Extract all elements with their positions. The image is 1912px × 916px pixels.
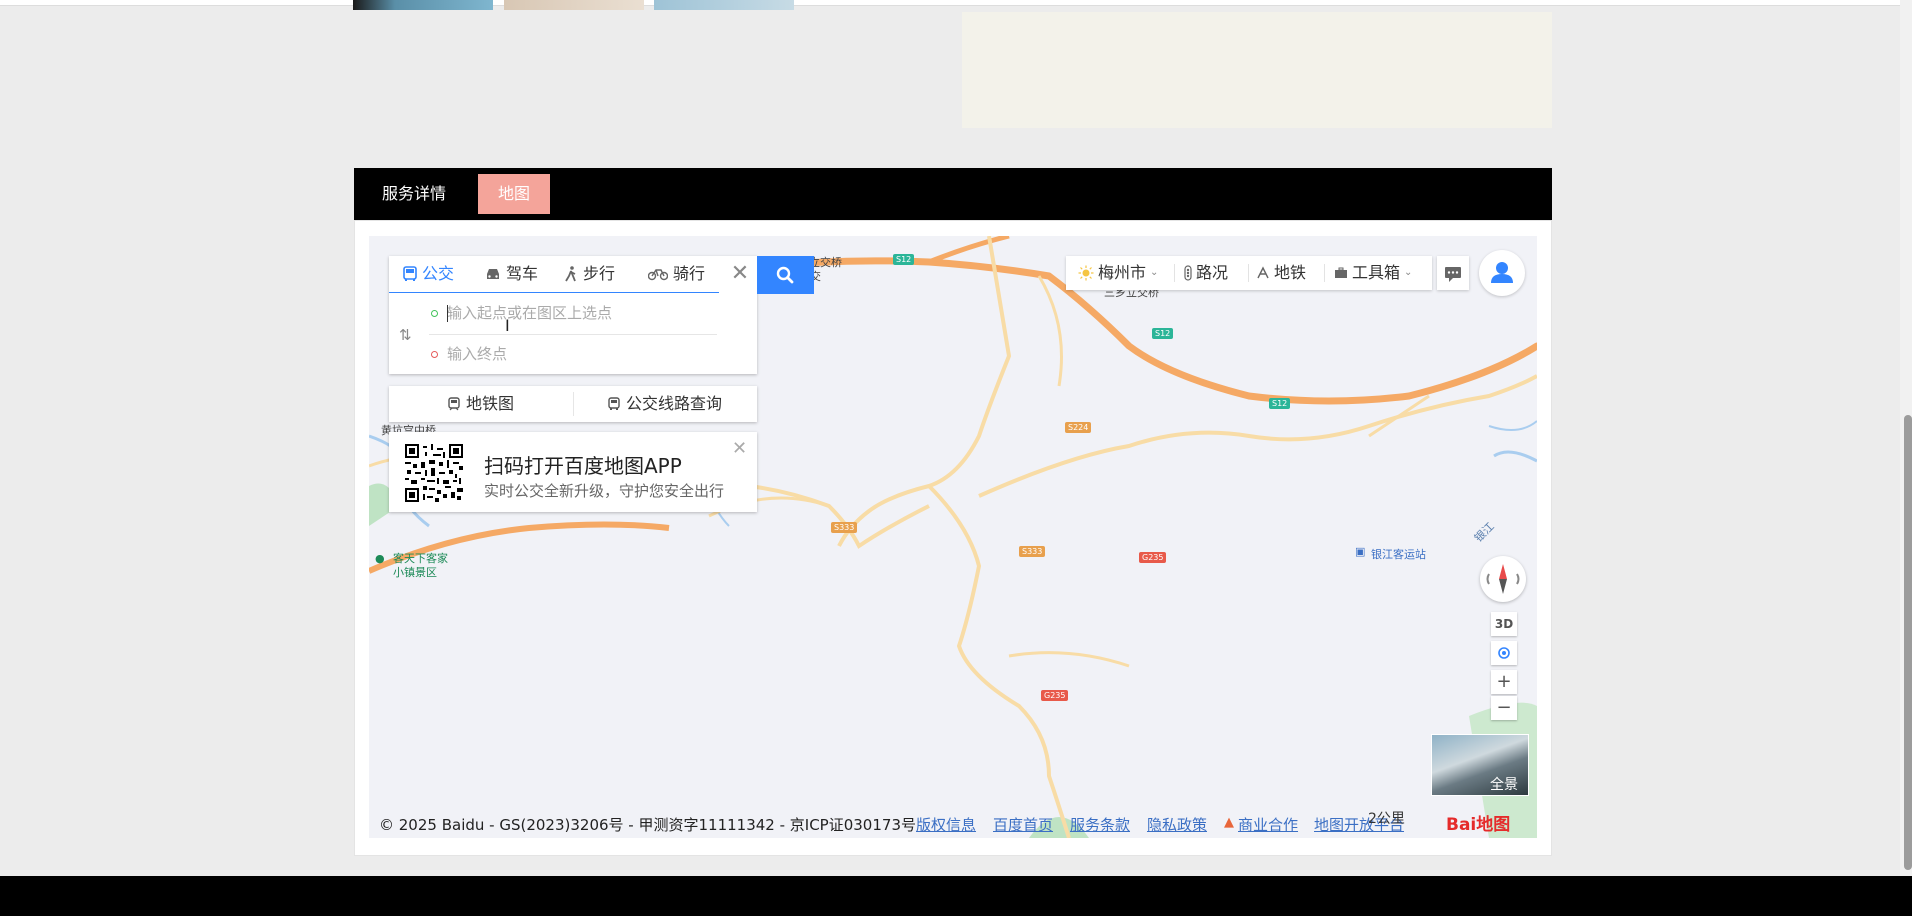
divider [1324, 264, 1325, 282]
mode-label: 公交 [422, 264, 455, 283]
qr-code-icon [405, 444, 463, 502]
mode-bus-tab[interactable]: 公交 [403, 256, 454, 292]
subway-label: 地铁 [1274, 263, 1307, 282]
baidu-map-logo: Bai地图 [1446, 815, 1511, 835]
user-icon [1491, 262, 1513, 283]
bus-icon [403, 266, 417, 281]
message-button[interactable] [1437, 256, 1469, 290]
mode-label: 驾车 [506, 264, 539, 283]
scenic-marker-icon[interactable]: ● [375, 552, 385, 565]
traffic-label: 路况 [1196, 263, 1229, 282]
sun-icon [1078, 265, 1094, 281]
thumbnail-image[interactable] [654, 0, 794, 10]
qr-card-subtitle: 实时公交全新升级，守护您安全出行 [484, 482, 725, 500]
mode-walk-tab[interactable]: 步行 [564, 256, 615, 292]
tab-map[interactable]: 地图 [478, 174, 550, 214]
road-shield: G235 [1139, 552, 1167, 563]
app-qr-card: 扫码打开百度地图APP 实时公交全新升级，守护您安全出行 ✕ [389, 432, 757, 512]
toolbox-label: 工具箱 [1352, 263, 1401, 282]
footer-link-home[interactable]: 百度首页 [993, 814, 1053, 835]
chevron-down-icon: ⌄ [1404, 267, 1413, 278]
message-icon [1445, 267, 1461, 282]
car-icon [487, 269, 499, 279]
map-scale: 2公里 [1368, 811, 1405, 827]
footer-link-terms[interactable]: 服务条款 [1070, 814, 1130, 835]
road-shield: S224 [1065, 422, 1092, 433]
search-icon [776, 266, 794, 284]
zoom-out-button[interactable]: − [1491, 696, 1517, 720]
thumbnail-image[interactable] [504, 0, 644, 10]
bus-line-query-button[interactable]: 公交线路查询 [573, 386, 757, 422]
divider [1248, 264, 1249, 282]
start-point-input[interactable] [447, 298, 717, 328]
map-label-scenic[interactable]: 客天下客家 小镇景区 [393, 552, 448, 580]
compass-control[interactable] [1480, 556, 1526, 602]
road-shield: S12 [1269, 398, 1291, 409]
search-button[interactable] [757, 256, 814, 294]
start-point-icon [431, 310, 438, 317]
page-footer-bar [0, 876, 1912, 916]
toolbox-icon [1335, 267, 1347, 278]
footer-link-business[interactable]: 商业合作 [1238, 814, 1298, 835]
transit-links-row: 地铁图 公交线路查询 [389, 386, 757, 422]
mode-tabs-underline [389, 292, 719, 293]
qr-card-title: 扫码打开百度地图APP [484, 454, 682, 478]
road-shield: G235 [1041, 690, 1069, 701]
road-shield: S333 [831, 522, 858, 533]
scrollbar-thumb[interactable] [1904, 415, 1912, 870]
bus-station-icon[interactable]: ▣ [1355, 545, 1365, 558]
footer-link-privacy[interactable]: 隐私政策 [1147, 814, 1207, 835]
road-shield: S12 [893, 254, 915, 265]
swap-icon[interactable]: ⇅ [399, 326, 412, 344]
traffic-toggle[interactable]: 路况 [1184, 256, 1228, 290]
bus-icon [608, 397, 620, 410]
panorama-label: 全景 [1490, 777, 1518, 793]
zoom-in-button[interactable]: + [1491, 670, 1517, 694]
end-point-input[interactable] [447, 339, 717, 369]
copyright-text: © 2025 Baidu - GS(2023)3206号 - 甲测资字11111… [379, 816, 916, 834]
side-panel [962, 12, 1552, 128]
close-icon[interactable]: ✕ [732, 438, 747, 459]
road-shield: S12 [1152, 328, 1174, 339]
3d-toggle-button[interactable]: 3D [1491, 612, 1517, 636]
subway-map-button[interactable]: 地铁图 [389, 386, 573, 422]
close-icon[interactable]: ✕ [728, 262, 752, 286]
locate-icon [1498, 647, 1510, 659]
mode-label: 步行 [583, 264, 616, 283]
toolbox-menu[interactable]: 工具箱 ⌄ [1334, 256, 1412, 290]
input-divider [429, 334, 717, 335]
locate-button[interactable] [1491, 641, 1517, 665]
bike-icon [648, 269, 668, 281]
subway-map-label: 地铁图 [465, 394, 514, 413]
divider [1174, 264, 1175, 282]
end-point-icon [431, 351, 438, 358]
text-cursor-icon: I [505, 316, 510, 335]
chevron-down-icon: ⌄ [1150, 267, 1159, 278]
thumbnail-image[interactable] [353, 0, 493, 10]
traffic-light-icon [1184, 265, 1192, 281]
mode-car-tab[interactable]: 驾车 [485, 256, 538, 292]
text-caret [447, 305, 448, 322]
subway-toggle[interactable]: 地铁 [1256, 256, 1306, 290]
top-strip [0, 0, 1900, 6]
tab-service-details[interactable]: 服务详情 [372, 174, 456, 214]
mode-bike-tab[interactable]: 骑行 [648, 256, 705, 292]
city-label: 梅州市 [1098, 263, 1147, 282]
map-label-station[interactable]: 银江客运站 [1371, 546, 1426, 562]
subway-icon [448, 397, 460, 411]
subway-icon [1257, 266, 1269, 279]
city-selector[interactable]: 梅州市 ⌄ [1078, 256, 1158, 290]
user-button[interactable] [1479, 250, 1525, 296]
walk-icon [565, 266, 576, 282]
route-search-panel: 公交 驾车 步行 骑行 ✕ ⇅ [389, 256, 757, 374]
fire-icon: ▲ [1224, 815, 1234, 830]
road-shield: S333 [1019, 546, 1046, 557]
bus-line-query-label: 公交线路查询 [625, 394, 722, 413]
mode-label: 骑行 [673, 264, 706, 283]
map-toolbar: 梅州市 ⌄ 路况 地铁 工具箱 ⌄ [1066, 256, 1432, 290]
compass-icon [1486, 564, 1520, 594]
footer-link-copyright[interactable]: 版权信息 [916, 814, 976, 835]
